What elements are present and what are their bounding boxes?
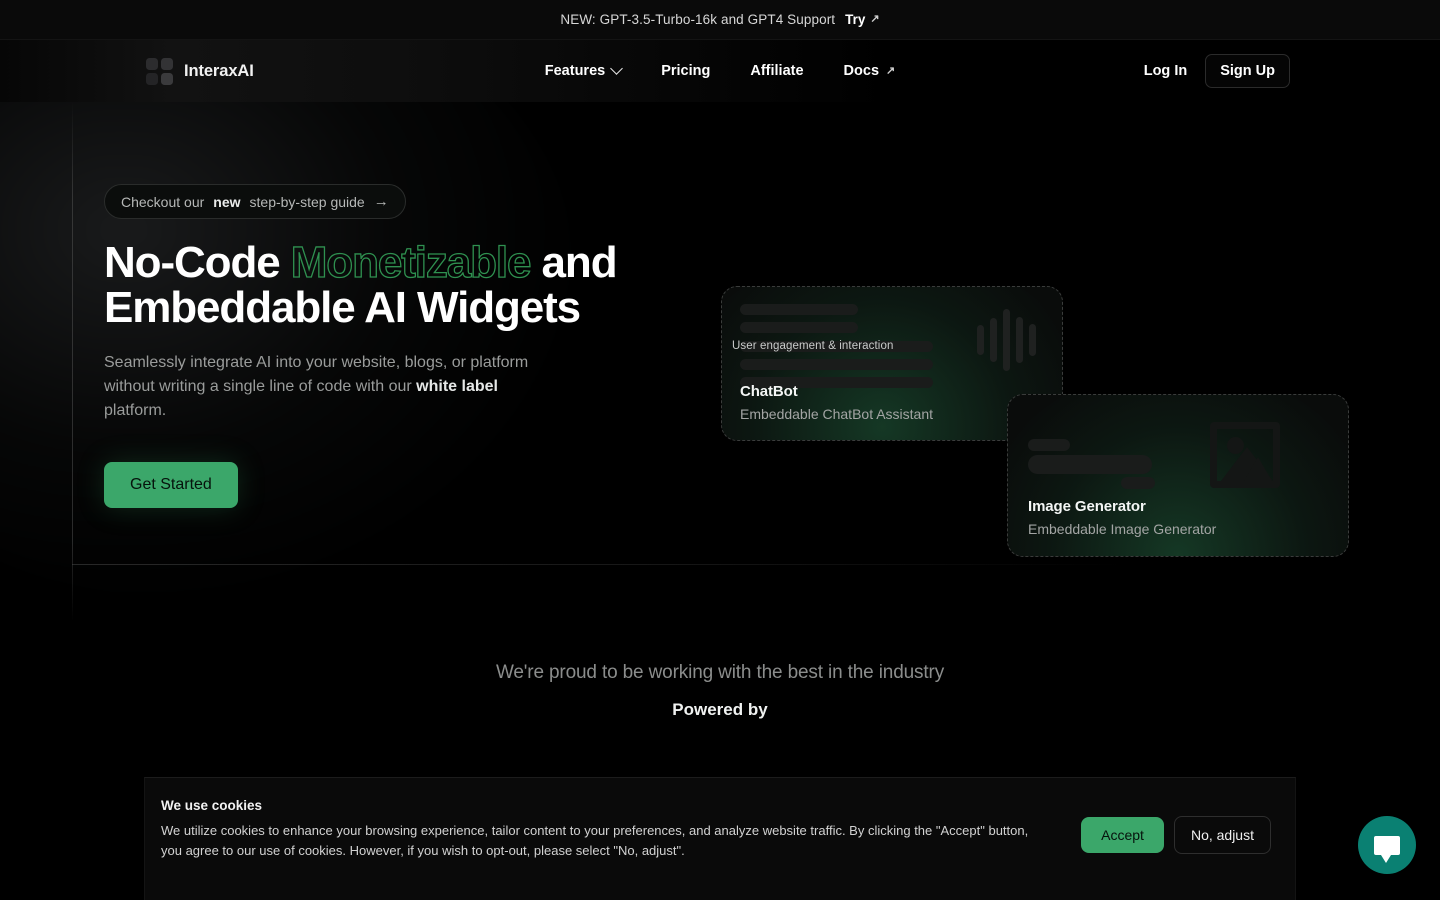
cookie-banner-body: We utilize cookies to enhance your brows… [161, 823, 1029, 859]
pill-bold: new [213, 193, 241, 210]
site-header: InteraxAI Features Pricing Affiliate Doc… [0, 40, 1440, 102]
widget-title: Image Generator [1028, 498, 1146, 515]
nav-item-affiliate[interactable]: Affiliate [750, 63, 803, 79]
get-started-button[interactable]: Get Started [104, 461, 238, 508]
cookie-consent-banner: We use cookies We utilize cookies to enh… [144, 777, 1296, 900]
skeleton-bar [740, 359, 933, 370]
logo-square-bl [146, 72, 158, 85]
logo-grid-icon [146, 57, 173, 85]
partners-heading: We're proud to be working with the best … [495, 662, 945, 683]
widget-description: Embeddable ChatBot Assistant [740, 406, 934, 422]
chat-bubble-icon [1374, 835, 1400, 863]
hero-content: Checkout our new step-by-step guide → No… [104, 184, 624, 508]
brand-logo[interactable]: InteraxAI [146, 57, 254, 85]
skeleton-bar [1028, 439, 1070, 451]
arrow-up-right-icon: ↗ [870, 13, 880, 25]
cookie-banner-actions: Accept No, adjust [1081, 816, 1271, 854]
hero-vertical-divider [72, 102, 73, 622]
chevron-down-icon [610, 61, 624, 75]
guide-announcement-pill[interactable]: Checkout our new step-by-step guide → [104, 184, 406, 219]
nav-item-features[interactable]: Features [544, 61, 624, 79]
hero-horizontal-divider [72, 564, 1128, 565]
cookie-text-block: We use cookies We utilize cookies to enh… [161, 798, 1057, 861]
widget-overlay-label: User engagement & interaction [732, 340, 894, 352]
auth-actions: Log In Sign Up [1140, 54, 1290, 88]
skeleton-bar [1121, 477, 1155, 489]
logo-square-tr [161, 57, 173, 70]
nav-item-docs-label: Docs [843, 63, 880, 79]
login-button[interactable]: Log In [1140, 57, 1192, 85]
widget-title: ChatBot [740, 383, 798, 400]
skeleton-bar [740, 322, 858, 333]
hero-subtitle: Seamlessly integrate AI into your websit… [104, 351, 554, 424]
hero-section: Checkout our new step-by-step guide → No… [0, 102, 1440, 622]
hero-title-part1: No-Code [104, 238, 291, 287]
cookie-adjust-button[interactable]: No, adjust [1173, 816, 1271, 854]
cookie-accept-button[interactable]: Accept [1081, 817, 1164, 853]
arrow-right-icon: → [373, 193, 389, 210]
nav-item-docs[interactable]: Docs ↗ [844, 63, 896, 79]
nav-item-pricing[interactable]: Pricing [661, 63, 710, 79]
chat-widget-button[interactable] [1358, 816, 1416, 874]
pill-suffix: step-by-step guide [249, 193, 365, 210]
partners-subheading: Powered by [672, 700, 768, 719]
arrow-up-right-icon: ↗ [886, 64, 896, 77]
widget-description: Embeddable Image Generator [1028, 521, 1217, 537]
nav-item-features-label: Features [544, 63, 606, 79]
waveform-icon [977, 307, 1036, 373]
logo-square-tl [146, 57, 158, 70]
skeleton-bar [740, 304, 858, 315]
announcement-try-label: Try [845, 12, 866, 27]
picture-icon-mountain-small [1244, 457, 1272, 481]
skeleton-bar [1028, 455, 1152, 474]
hero-subtitle-bold: white label [416, 377, 498, 395]
announcement-text: NEW: GPT-3.5-Turbo-16k and GPT4 Support [560, 12, 836, 27]
announcement-bar: NEW: GPT-3.5-Turbo-16k and GPT4 Support … [0, 0, 1440, 40]
hero-title-highlight: Monetizable [290, 238, 532, 287]
announcement-try-link[interactable]: Try ↗ [845, 12, 879, 27]
cookie-banner-title: We use cookies [161, 798, 263, 813]
pill-prefix: Checkout our [121, 193, 205, 210]
signup-button[interactable]: Sign Up [1205, 54, 1290, 88]
page-title: No-Code Monetizable and Embeddable AI Wi… [104, 238, 624, 331]
hero-subtitle-part2: platform. [104, 402, 167, 420]
widget-card-image-generator[interactable]: Image Generator Embeddable Image Generat… [1007, 394, 1349, 557]
brand-name: InteraxAI [184, 61, 254, 80]
logo-square-br [161, 72, 173, 85]
picture-icon [1210, 422, 1280, 488]
partners-section: We're proud to be working with the best … [0, 662, 1440, 720]
